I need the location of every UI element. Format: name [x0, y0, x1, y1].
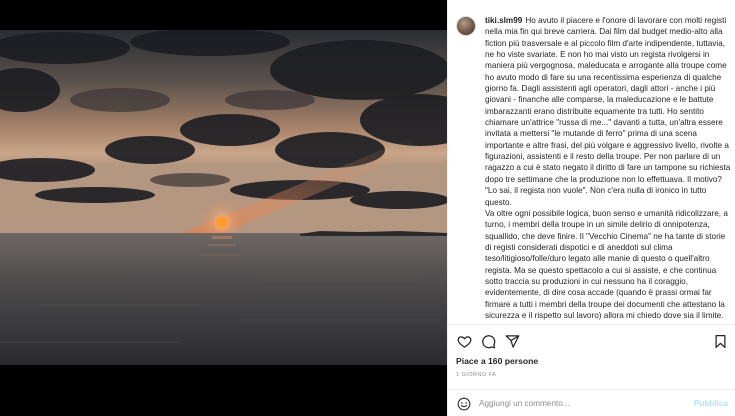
caption-paragraph-2: Va oltre ogni possibile logica, buon sen…: [485, 208, 728, 320]
share-icon: [505, 334, 519, 348]
caption-area: tiki.slm99 Ho avuto il piacere e l'onore …: [456, 10, 732, 326]
publish-button[interactable]: Pubblica: [694, 399, 728, 408]
post-actions: [454, 331, 730, 351]
heart-icon: [457, 335, 471, 348]
divider: [448, 324, 735, 325]
comment-bar: Pubblica: [448, 390, 735, 416]
post-photo-frame: [0, 0, 447, 416]
caption-text: tiki.slm99 Ho avuto il piacere e l'onore …: [485, 15, 732, 321]
post-side-panel: tiki.slm99 Ho avuto il piacere e l'onore …: [447, 0, 735, 416]
caption-paragraph-1: Ho avuto il piacere e l'onore di lavorar…: [485, 16, 731, 207]
comment-input[interactable]: [479, 394, 684, 412]
save-button[interactable]: [710, 331, 730, 351]
username-link[interactable]: tiki.slm99: [485, 16, 522, 25]
comment-icon: [481, 334, 495, 348]
post-photo[interactable]: [0, 30, 447, 365]
post-date[interactable]: 1 giorno fa: [456, 372, 496, 378]
sunset-photo: [0, 30, 447, 365]
bookmark-icon: [715, 334, 725, 348]
emoji-icon[interactable]: [457, 397, 471, 411]
likes-count[interactable]: Piace a 160 persone: [456, 356, 538, 366]
share-button[interactable]: [502, 331, 522, 351]
avatar[interactable]: [456, 16, 476, 36]
like-button[interactable]: [454, 331, 474, 351]
comment-button[interactable]: [478, 331, 498, 351]
